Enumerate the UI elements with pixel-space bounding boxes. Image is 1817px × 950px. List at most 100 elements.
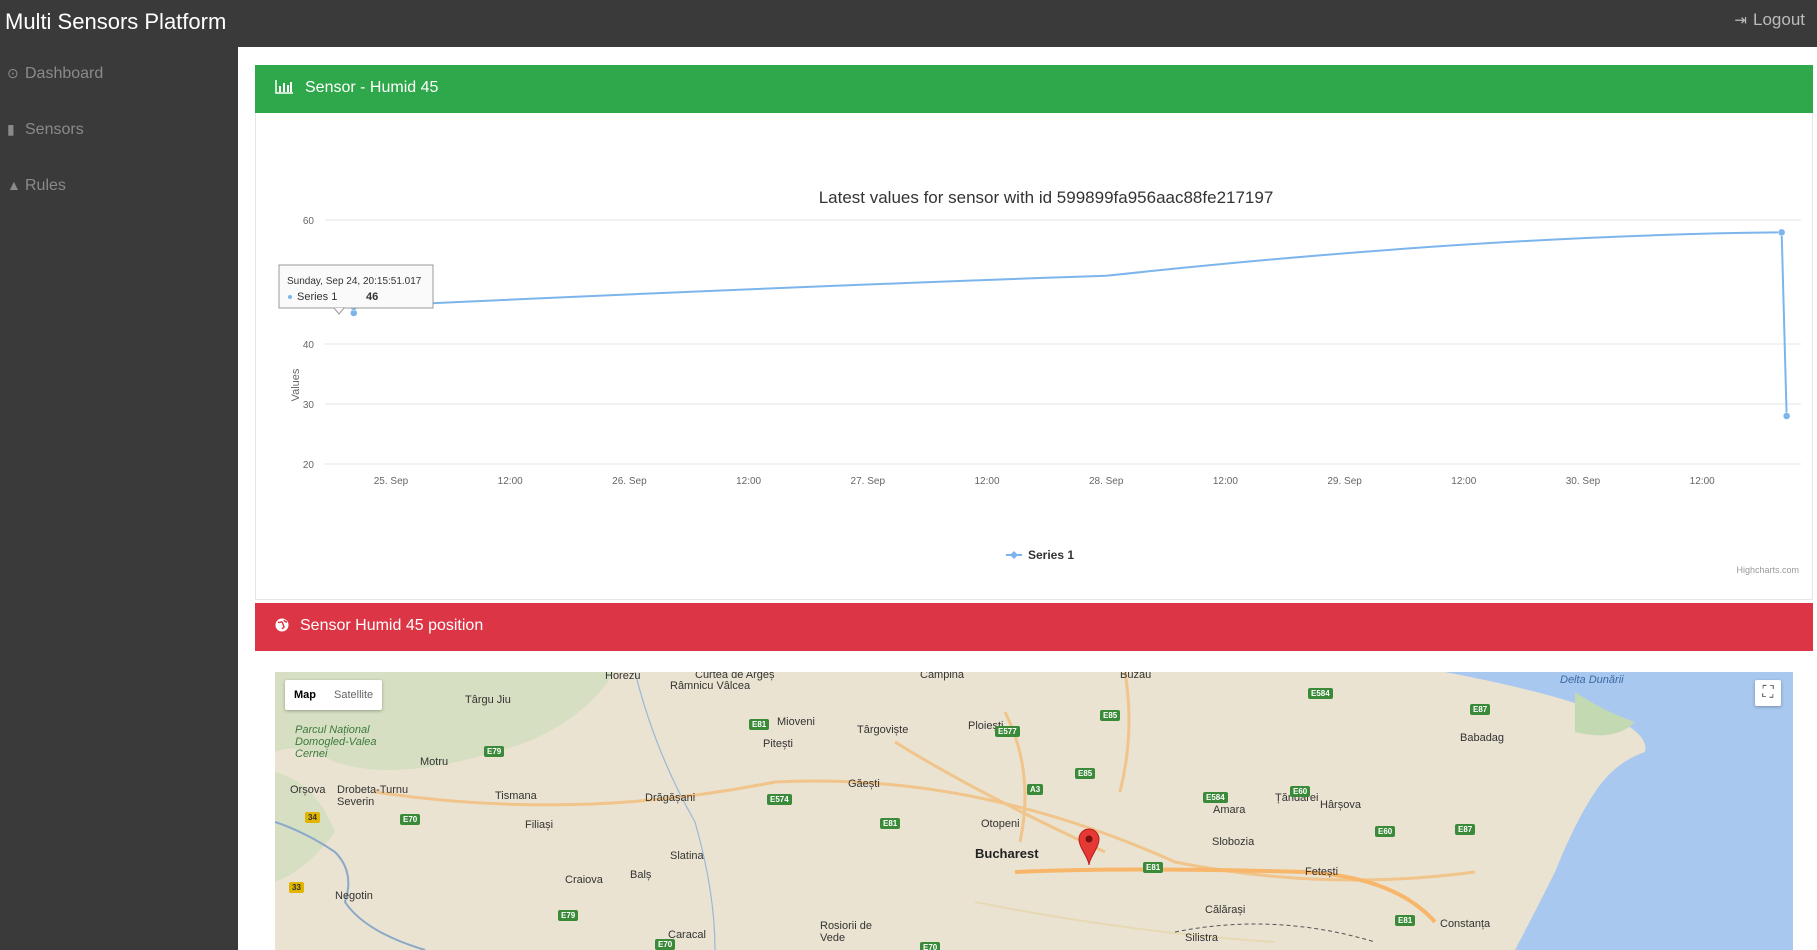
map-label: Otopeni [981, 818, 1020, 830]
chart-panel-title: Sensor - Humid 45 [305, 79, 439, 96]
y-axis-ticks: 60 40 30 20 [303, 216, 315, 471]
road-shield: E70 [400, 814, 421, 825]
map-label: Mioveni [777, 716, 815, 728]
map-panel-title: Sensor Humid 45 position [300, 617, 484, 634]
road-shield: E81 [880, 818, 901, 829]
y-axis-title: Values [290, 368, 302, 401]
map-label: Slatina [670, 850, 704, 862]
road-shield: 33 [289, 882, 304, 893]
map-label: Babadag [1460, 732, 1505, 744]
grid-lines [325, 219, 1801, 465]
road-shield: E584 [1308, 688, 1333, 699]
y-tick-label: 40 [303, 340, 315, 351]
logout-icon: ⇥ [1734, 12, 1747, 29]
map-type-toggle: Map Satellite [285, 680, 383, 710]
sidebar-item-dashboard[interactable]: ⊙ Dashboard [7, 65, 103, 83]
map-label: Drobeta-Turnu Severin [337, 784, 409, 808]
data-point[interactable] [1782, 412, 1791, 420]
map-panel-header: Sensor Humid 45 position [255, 603, 1813, 651]
chart-credits[interactable]: Highcharts.com [1736, 565, 1799, 575]
map-label: Fetești [1305, 866, 1339, 878]
map-type-map-button[interactable]: Map [285, 680, 325, 710]
road-shield: E81 [1143, 862, 1164, 873]
top-navbar: Multi Sensors Platform ⇥ Logout [0, 0, 1817, 47]
map-label: Pitești [763, 738, 793, 750]
x-tick-label: 12:00 [974, 476, 999, 487]
x-tick-label: 28. Sep [1089, 476, 1124, 487]
map-label: Constanța [1440, 918, 1491, 930]
road-shield: E79 [484, 746, 505, 757]
x-tick-label: 26. Sep [612, 476, 647, 487]
chart-panel-body: Latest values for sensor with id 599899f… [255, 113, 1813, 600]
data-point[interactable] [1777, 228, 1786, 237]
sidebar-item-rules[interactable]: ▲ Rules [7, 177, 66, 195]
map-label: Delta Dunării [1560, 674, 1624, 686]
road-shield: E584 [1203, 792, 1228, 803]
map-label: Amara [1213, 804, 1246, 816]
road-shield: E85 [1100, 710, 1121, 721]
road-shield: E70 [920, 942, 941, 950]
map-label: Craiova [565, 874, 603, 886]
map-label: Drăgășani [645, 792, 696, 804]
road-shield: 34 [305, 812, 320, 823]
x-tick-label: 12:00 [1451, 476, 1476, 487]
map-label: Filiași [525, 819, 554, 831]
map-label: Buzău [1120, 672, 1152, 681]
x-tick-label: 12:00 [498, 476, 523, 487]
globe-icon [275, 618, 289, 636]
sensor-map[interactable]: Map Satellite ⛶ Horezu Râmnicu Vâlcea Cur… [275, 672, 1793, 950]
x-axis-ticks: 25. Sep 12:00 26. Sep 12:00 27. Sep 12:00 28. … [374, 476, 1715, 487]
map-type-satellite-button[interactable]: Satellite [325, 680, 382, 710]
chart-tooltip: Sunday, Sep 24, 20:15:51.017 Series 1 46 [278, 264, 434, 315]
tooltip-value: 46 [366, 291, 378, 303]
sidebar-item-label: Rules [25, 177, 66, 194]
legend-series-label: Series 1 [1028, 548, 1074, 562]
road-shield: E87 [1455, 824, 1476, 835]
road-shield: E577 [995, 726, 1020, 737]
chart-legend[interactable]: Series 1 [1006, 548, 1074, 562]
sidebar-item-label: Sensors [25, 121, 84, 138]
map-label: Curtea de Argeș [695, 672, 775, 681]
tooltip-series-name: Series 1 [297, 291, 337, 303]
fullscreen-button[interactable]: ⛶ [1755, 680, 1781, 706]
map-label: Râmnicu Vâlcea [670, 680, 751, 692]
map-label: Câmpina [920, 672, 965, 681]
legend-marker [1010, 551, 1018, 559]
map-label: Rosiorii de Vede [820, 920, 872, 944]
bar-chart-icon [275, 80, 293, 98]
y-tick-label: 60 [303, 216, 315, 227]
warning-icon: ▲ [7, 177, 21, 193]
map-label: Hârșova [1320, 799, 1361, 811]
chart-panel-header: Sensor - Humid 45 [255, 65, 1813, 113]
app-brand[interactable]: Multi Sensors Platform [5, 9, 226, 35]
sidebar-item-sensors[interactable]: ▮ Sensors [7, 121, 84, 139]
tooltip-date: Sunday, Sep 24, 20:15:51.017 [287, 276, 422, 287]
map-terrain [275, 672, 1793, 950]
road-shield: E79 [558, 910, 579, 921]
x-tick-label: 12:00 [736, 476, 761, 487]
road-shield: E81 [749, 719, 770, 730]
sensor-location-marker[interactable] [1078, 828, 1100, 871]
series-1 [350, 228, 1791, 420]
sidebar-item-label: Dashboard [25, 65, 104, 82]
road-shield: E81 [1395, 915, 1416, 926]
y-tick-label: 20 [303, 460, 315, 471]
road-shield: E574 [767, 794, 792, 805]
logout-button[interactable]: ⇥ Logout [1734, 10, 1805, 30]
road-shield: E60 [1375, 826, 1396, 837]
x-tick-label: 29. Sep [1327, 476, 1362, 487]
y-tick-label: 30 [303, 400, 315, 411]
road-shield: E85 [1075, 768, 1096, 779]
map-label: Balș [630, 869, 652, 881]
chart-area[interactable]: Latest values for sensor with id 599899f… [256, 113, 1812, 599]
map-label: Silistra [1185, 932, 1219, 944]
road-shield: E60 [1290, 786, 1311, 797]
map-label: Slobozia [1212, 836, 1255, 848]
fullscreen-icon: ⛶ [1762, 684, 1774, 701]
chart-title: Latest values for sensor with id 599899f… [819, 188, 1274, 207]
map-label: Negotin [335, 890, 373, 902]
map-label: Călărași [1205, 904, 1246, 916]
map-label: Târgoviște [857, 724, 909, 736]
x-tick-label: 12:00 [1690, 476, 1715, 487]
dashboard-icon: ⊙ [7, 65, 19, 81]
